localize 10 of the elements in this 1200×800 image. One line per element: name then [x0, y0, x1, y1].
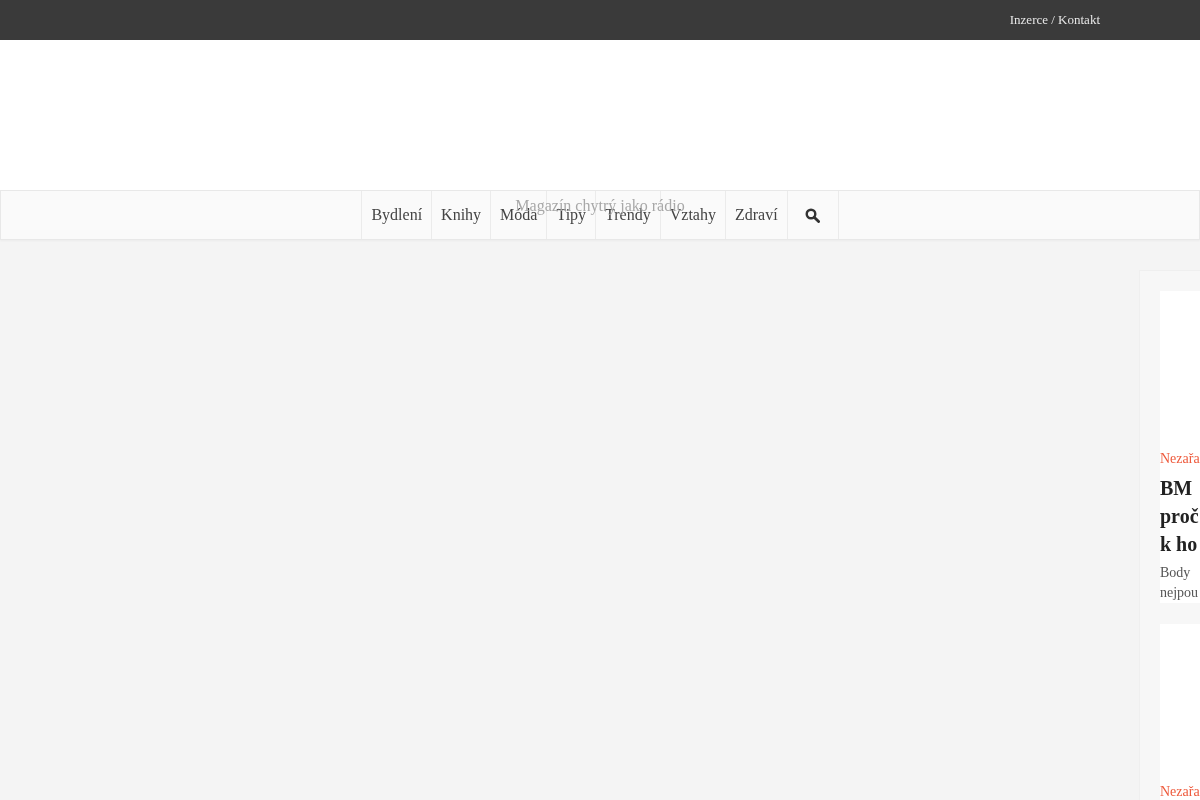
nav-link[interactable]: Bydlení — [361, 191, 432, 239]
search-button[interactable] — [786, 191, 839, 239]
article-excerpt: Body nejpou — [1160, 564, 1200, 602]
top-bar-link[interactable]: Inzerce / Kontakt — [1009, 12, 1100, 28]
category-link[interactable]: Nezařa — [1160, 784, 1200, 800]
article-title[interactable]: BM proč k ho — [1160, 474, 1200, 558]
category-link[interactable]: Nezařa — [1160, 451, 1200, 467]
search-icon — [805, 207, 821, 223]
nav-link[interactable]: Zdraví — [724, 191, 787, 239]
nav-link[interactable]: Knihy — [431, 191, 491, 239]
